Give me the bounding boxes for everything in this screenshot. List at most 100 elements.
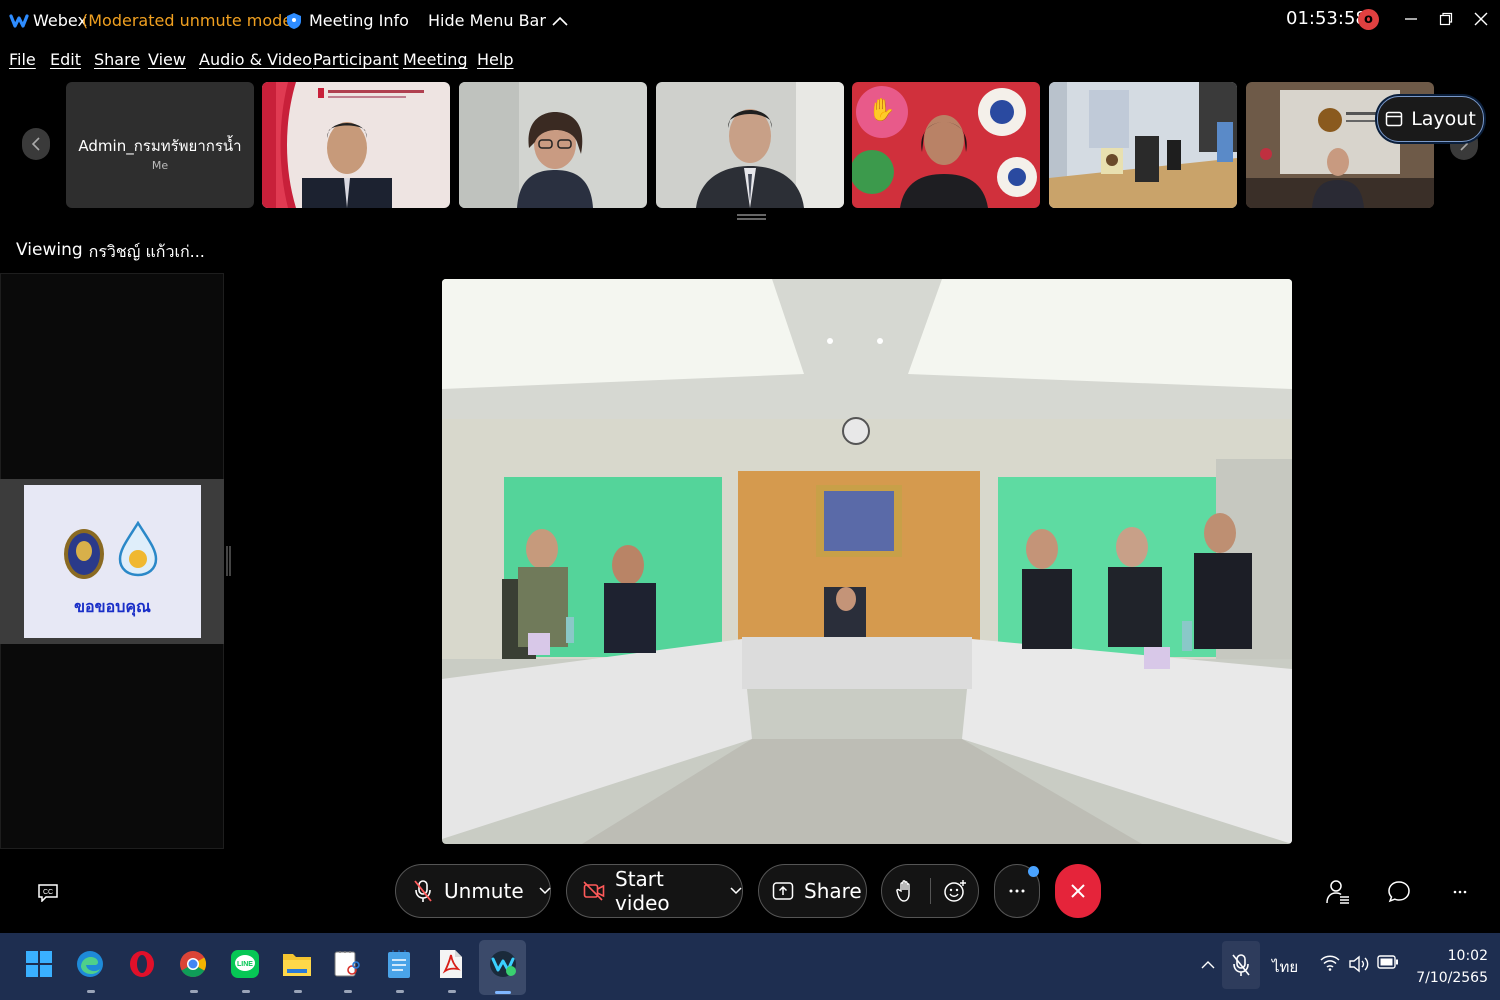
unmute-label: Unmute bbox=[444, 879, 524, 903]
battery-status[interactable] bbox=[1377, 955, 1399, 969]
layout-icon bbox=[1385, 111, 1403, 127]
meeting-timer: 01:53:58 bbox=[1286, 8, 1367, 29]
water-resources-logo bbox=[118, 521, 158, 577]
chevron-up-icon bbox=[1201, 961, 1215, 969]
webex-app-icon bbox=[490, 951, 516, 977]
taskbar-chrome[interactable] bbox=[173, 944, 213, 984]
chat-icon bbox=[1388, 881, 1410, 903]
call-controls: CC Unmute Start video Share bbox=[0, 862, 1500, 920]
more-icon bbox=[1453, 890, 1467, 894]
chevron-down-icon[interactable] bbox=[539, 887, 551, 895]
app-running-indicator bbox=[190, 990, 198, 993]
participant-tile-video[interactable] bbox=[262, 82, 450, 208]
close-window-button[interactable] bbox=[1466, 6, 1496, 32]
raised-hand-icon: ✋ bbox=[868, 98, 896, 123]
meeting-info-button[interactable]: Meeting Info bbox=[286, 11, 409, 30]
viewing-label: Viewing กรวิชญ์ แก้วเก่... bbox=[16, 240, 205, 265]
share-button[interactable]: Share bbox=[758, 864, 867, 918]
minimize-button[interactable] bbox=[1396, 6, 1426, 32]
participant-tile-self[interactable]: Admin_กรมทรัพยากรน้ำ Me bbox=[66, 82, 254, 208]
participant-tile-video[interactable] bbox=[1049, 82, 1237, 208]
taskbar-line[interactable]: LINE bbox=[225, 944, 265, 984]
menu-help[interactable]: Help bbox=[477, 50, 513, 69]
chat-button[interactable] bbox=[1385, 878, 1413, 906]
menu-view[interactable]: View bbox=[148, 50, 186, 69]
taskbar-snipping-tool[interactable] bbox=[327, 944, 367, 984]
menu-file[interactable]: File bbox=[9, 50, 36, 69]
shield-icon bbox=[287, 12, 301, 29]
participant-video-image bbox=[262, 82, 450, 208]
more-panels-button[interactable] bbox=[1446, 878, 1474, 906]
wifi-status[interactable] bbox=[1320, 955, 1340, 971]
strip-resize-handle[interactable] bbox=[737, 213, 766, 221]
participant-tile-video[interactable] bbox=[656, 82, 844, 208]
minimize-icon bbox=[1405, 18, 1417, 20]
more-icon bbox=[1009, 889, 1025, 893]
wifi-icon bbox=[1320, 955, 1340, 971]
shared-content-slide: ขอขอบคุณ bbox=[24, 485, 201, 638]
menu-audio-video[interactable]: Audio & Video bbox=[199, 50, 312, 69]
participant-video-image bbox=[656, 82, 844, 208]
strip-previous-button[interactable] bbox=[22, 128, 50, 160]
menu-meeting[interactable]: Meeting bbox=[403, 50, 468, 69]
participant-video-image bbox=[459, 82, 647, 208]
input-language[interactable]: ไทย bbox=[1272, 955, 1298, 979]
svg-text:LINE: LINE bbox=[237, 961, 253, 968]
participants-button[interactable] bbox=[1324, 878, 1352, 906]
chevron-left-icon bbox=[31, 137, 40, 151]
taskbar-edge[interactable] bbox=[70, 944, 110, 984]
start-button[interactable] bbox=[19, 944, 59, 984]
close-icon bbox=[1474, 12, 1488, 26]
taskbar-acrobat[interactable] bbox=[431, 944, 471, 984]
viewing-participant-name: กรวิชญ์ แก้วเก่... bbox=[88, 242, 205, 261]
participant-tile-video[interactable] bbox=[459, 82, 647, 208]
participant-video-image bbox=[1049, 82, 1237, 208]
menu-participant[interactable]: Participant bbox=[313, 50, 399, 69]
reaction-emoji-icon[interactable] bbox=[943, 879, 967, 903]
raise-hand-icon[interactable] bbox=[896, 879, 916, 903]
app-running-indicator bbox=[448, 990, 456, 993]
microphone-muted-icon bbox=[413, 879, 433, 903]
microphone-tray-button[interactable] bbox=[1222, 941, 1260, 989]
hide-menu-bar-label: Hide Menu Bar bbox=[428, 11, 546, 30]
main-video-feed bbox=[442, 279, 1292, 844]
closed-captions-icon: CC bbox=[38, 884, 58, 902]
app-name: Webex bbox=[33, 11, 87, 30]
captions-button[interactable]: CC bbox=[34, 878, 62, 906]
participants-icon bbox=[1326, 880, 1349, 904]
taskbar-file-explorer[interactable] bbox=[277, 944, 317, 984]
chevron-down-icon[interactable] bbox=[730, 887, 742, 895]
recording-badge: o bbox=[1358, 9, 1379, 30]
show-hidden-icons-button[interactable] bbox=[1200, 955, 1216, 975]
svg-text:CC: CC bbox=[43, 889, 53, 896]
taskbar-webex[interactable] bbox=[483, 944, 523, 984]
menu-share[interactable]: Share bbox=[94, 50, 140, 69]
os-taskbar: LINE ไทย 10:02 7/10/2565 bbox=[0, 933, 1500, 1000]
shared-slide-text: ขอขอบคุณ bbox=[74, 597, 151, 616]
hide-menu-bar-button[interactable]: Hide Menu Bar bbox=[428, 11, 568, 30]
chrome-browser-icon bbox=[180, 951, 207, 978]
participant-tile-video[interactable]: ✋ bbox=[852, 82, 1040, 208]
taskbar-opera[interactable] bbox=[122, 944, 162, 984]
unmute-button[interactable]: Unmute bbox=[395, 864, 551, 918]
restore-button[interactable] bbox=[1431, 6, 1461, 32]
chevron-up-icon bbox=[552, 16, 568, 26]
participant-strip: Admin_กรมทรัพยากรน้ำ Me ✋ bbox=[0, 82, 1500, 208]
leave-meeting-button[interactable] bbox=[1055, 864, 1101, 918]
volume-status[interactable] bbox=[1348, 955, 1370, 973]
panel-splitter[interactable] bbox=[226, 546, 231, 576]
app-running-indicator bbox=[87, 990, 95, 993]
app-running-indicator bbox=[242, 990, 250, 993]
start-video-button[interactable]: Start video bbox=[566, 864, 743, 918]
meeting-mode-label: (Moderated unmute mode) bbox=[82, 11, 299, 30]
menu-edit[interactable]: Edit bbox=[50, 50, 81, 69]
taskbar-notepad[interactable] bbox=[379, 944, 419, 984]
meeting-info-label: Meeting Info bbox=[309, 11, 409, 30]
clock-time: 10:02 bbox=[1447, 948, 1488, 964]
government-seal-logo bbox=[64, 529, 104, 579]
pdf-reader-icon bbox=[440, 950, 462, 978]
system-clock[interactable]: 10:02 7/10/2565 bbox=[1404, 945, 1488, 989]
reactions-group bbox=[881, 864, 979, 918]
self-name: Admin_กรมทรัพยากรน้ำ bbox=[78, 137, 242, 155]
layout-button[interactable]: Layout bbox=[1377, 96, 1484, 142]
